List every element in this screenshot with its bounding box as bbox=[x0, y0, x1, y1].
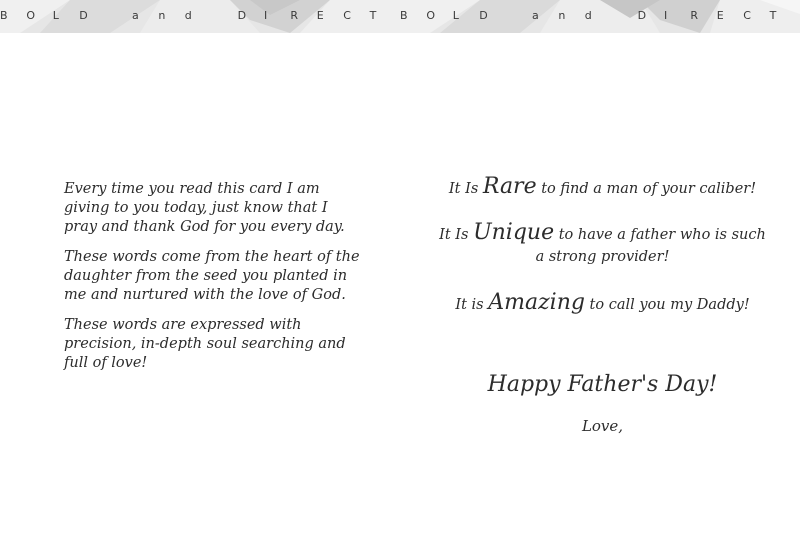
message-paragraph: Every time you read this card I am givin… bbox=[64, 181, 345, 235]
banner-letter: O bbox=[426, 9, 436, 22]
amazing-emphasis: Amazing bbox=[488, 290, 585, 315]
amazing-line-prefix: It is bbox=[455, 297, 489, 313]
unique-emphasis: Unique bbox=[473, 220, 555, 245]
banner-letter: n bbox=[558, 9, 566, 22]
banner-letter: n bbox=[158, 9, 166, 22]
left-page-message: Every time you read this card I am givin… bbox=[64, 180, 364, 384]
unique-line-continuation: a strong provider! bbox=[535, 249, 670, 265]
banner-letter: R bbox=[290, 9, 299, 22]
banner-letter: D bbox=[637, 9, 647, 22]
greeting: Happy Father's Day! bbox=[487, 372, 718, 397]
banner-letter: I bbox=[664, 9, 668, 22]
rare-line-suffix: to find a man of your caliber! bbox=[536, 181, 757, 197]
banner-letter: I bbox=[264, 9, 268, 22]
rare-line-prefix: It Is bbox=[448, 181, 483, 197]
banner-letter: L bbox=[52, 9, 59, 22]
unique-line-prefix: It Is bbox=[439, 227, 474, 243]
signoff: Love, bbox=[581, 417, 624, 435]
banner-letter: L bbox=[452, 9, 459, 22]
banner-letter: D bbox=[237, 9, 247, 22]
banner-letter: d bbox=[184, 9, 192, 22]
banner-letter: B bbox=[0, 9, 8, 22]
banner-letter: R bbox=[690, 9, 699, 22]
banner-letter: d bbox=[584, 9, 592, 22]
rare-emphasis: Rare bbox=[482, 174, 537, 199]
unique-line: It Is Unique to have a father who is suc… bbox=[430, 222, 775, 246]
right-page-message: It Is Rare to find a man of your caliber… bbox=[430, 176, 775, 436]
banner-letter: C bbox=[343, 9, 351, 22]
banner-text-left: B O L Da n d D I R E C T bbox=[0, 9, 400, 25]
unique-line-suffix: to have a father who is such bbox=[554, 227, 766, 243]
header-banner: B O L Da n d D I R E C T B O L Da n d D I R E C T bbox=[0, 0, 800, 33]
banner-letter: E bbox=[716, 9, 724, 22]
banner-letter: C bbox=[743, 9, 751, 22]
banner-letter: T bbox=[769, 9, 777, 22]
banner-letter: T bbox=[369, 9, 377, 22]
message-paragraph: These words come from the heart of the d… bbox=[64, 249, 360, 303]
message-paragraph: These words are expressed with precision… bbox=[64, 317, 346, 371]
banner-letter: D bbox=[479, 9, 488, 22]
rare-line: It Is Rare to find a man of your caliber… bbox=[430, 176, 775, 200]
banner-letter: E bbox=[316, 9, 324, 22]
banner-text-right: B O L Da n d D I R E C T bbox=[400, 9, 800, 25]
banner-letter: a bbox=[132, 9, 139, 22]
banner-letter: a bbox=[532, 9, 539, 22]
amazing-line: It is Amazing to call you my Daddy! bbox=[430, 292, 775, 316]
banner-letter: D bbox=[79, 9, 88, 22]
amazing-line-suffix: to call you my Daddy! bbox=[584, 297, 750, 313]
banner-letter: O bbox=[26, 9, 36, 22]
banner-letter: B bbox=[400, 9, 408, 22]
